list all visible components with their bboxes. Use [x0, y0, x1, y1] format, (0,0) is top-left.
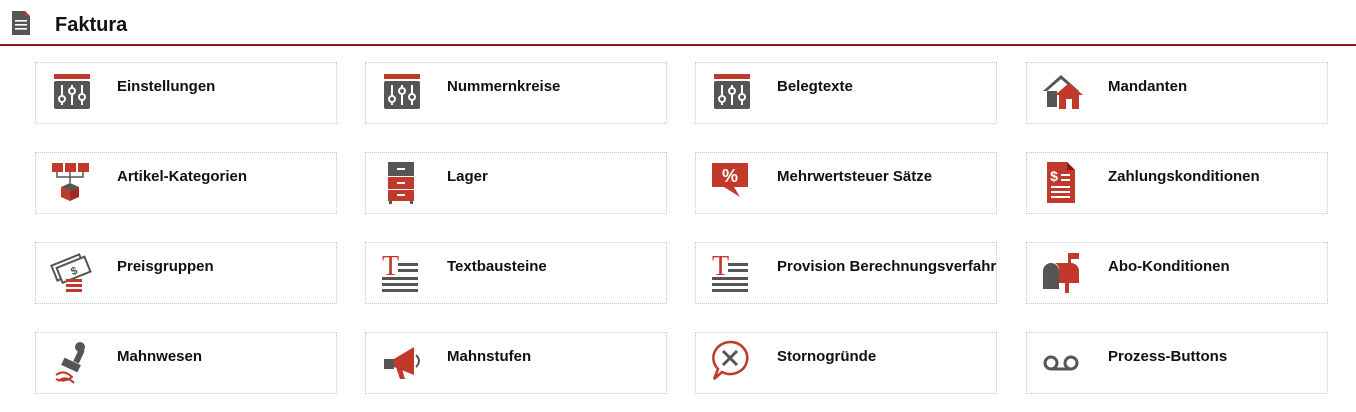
tile-mahnwesen[interactable]: Mahnwesen [35, 332, 337, 394]
tile-label: Belegtexte [777, 78, 853, 95]
tile-stornogruende[interactable]: Stornogründe [695, 332, 997, 394]
tile-provision-berechnungsverfahren[interactable]: T Provision Berechnungsverfahr [695, 242, 997, 304]
tile-mahnstufen[interactable]: Mahnstufen [365, 332, 667, 394]
tile-preisgruppen[interactable]: $ Preisgruppen [35, 242, 337, 304]
svg-text:$: $ [1050, 168, 1058, 184]
page-header: Faktura [0, 0, 1356, 46]
tile-label: Preisgruppen [117, 258, 214, 275]
text-block-icon: T [380, 249, 428, 297]
tile-label: Artikel-Kategorien [117, 168, 248, 185]
stamp-icon [50, 339, 98, 387]
houses-icon [1041, 69, 1089, 117]
tile-artikel-kategorien[interactable]: Artikel-Kategorien [35, 152, 337, 214]
tile-label: Nummernkreise [447, 78, 561, 95]
tile-zahlungskonditionen[interactable]: $ Zahlungskonditionen [1026, 152, 1328, 214]
tile-label: Mehrwertsteuer Sätze [777, 168, 933, 185]
sliders-icon [710, 69, 758, 117]
cancel-bubble-icon [710, 339, 758, 387]
tile-mandanten[interactable]: Mandanten [1026, 62, 1328, 124]
mailbox-icon [1041, 249, 1089, 297]
voicemail-icon [1041, 339, 1089, 387]
tile-label: Mahnwesen [117, 348, 203, 365]
sliders-icon [380, 69, 428, 117]
tile-label: Einstellungen [117, 78, 216, 95]
warehouse-cabinet-icon [380, 159, 428, 207]
tile-nummernkreise[interactable]: Nummernkreise [365, 62, 667, 124]
dollar-document-icon: $ [1041, 159, 1089, 207]
tile-label: Prozess-Buttons [1108, 348, 1228, 365]
tile-belegtexte[interactable]: Belegtexte [695, 62, 997, 124]
tile-textbausteine[interactable]: T Textbausteine [365, 242, 667, 304]
tile-abo-konditionen[interactable]: Abo-Konditionen [1026, 242, 1328, 304]
category-tree-icon [50, 159, 98, 207]
svg-text:%: % [722, 166, 738, 186]
tile-mehrwertsteuer-saetze[interactable]: % Mehrwertsteuer Sätze [695, 152, 997, 214]
page-title: Faktura [55, 14, 128, 36]
tile-label: Provision Berechnungsverfahr [777, 258, 997, 275]
text-block-icon: T [710, 249, 758, 297]
tile-lager[interactable]: Lager [365, 152, 667, 214]
money-stack-icon: $ [50, 249, 98, 297]
tile-label: Abo-Konditionen [1108, 258, 1230, 275]
megaphone-icon [380, 339, 428, 387]
tile-label: Mandanten [1108, 78, 1188, 95]
tile-label: Zahlungskonditionen [1108, 168, 1260, 185]
tile-einstellungen[interactable]: Einstellungen [35, 62, 337, 124]
tile-prozess-buttons[interactable]: Prozess-Buttons [1026, 332, 1328, 394]
tile-label: Stornogründe [777, 348, 877, 365]
tile-label: Mahnstufen [447, 348, 532, 365]
sliders-icon [50, 69, 98, 117]
percent-bubble-icon: % [710, 159, 758, 207]
document-icon [10, 10, 32, 36]
tile-label: Lager [447, 168, 488, 185]
tile-label: Textbausteine [447, 258, 547, 275]
